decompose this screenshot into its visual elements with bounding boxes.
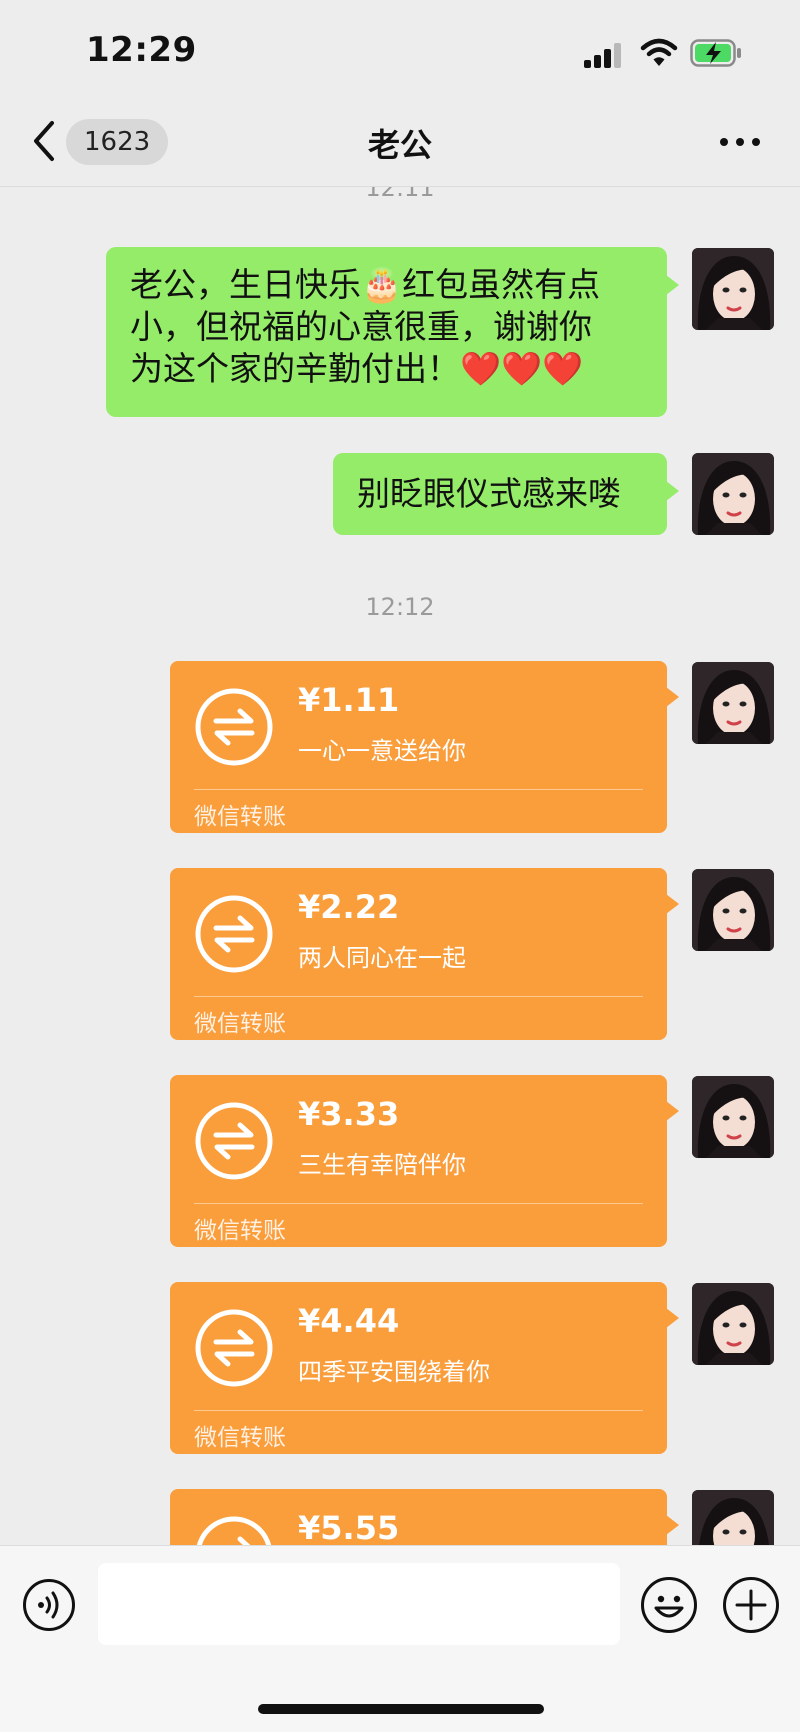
transfer-arrows-icon — [194, 1308, 274, 1388]
transfer-footer: 微信转账 — [194, 804, 286, 830]
cellular-signal-icon — [584, 42, 626, 68]
transfer-card[interactable]: ¥3.33 三生有幸陪伴你 微信转账 — [170, 1075, 679, 1247]
transfer-amount: ¥4.44 — [298, 1302, 400, 1340]
transfer-footer: 微信转账 — [194, 1425, 286, 1451]
transfer-card[interactable]: ¥5.55 — [170, 1489, 679, 1545]
transfer-note: 两人同心在一起 — [298, 944, 466, 972]
transfer-card[interactable]: ¥1.11 一心一意送给你 微信转账 — [170, 661, 679, 833]
divider — [194, 1203, 643, 1204]
message-text-line: 老公，生日快乐🎂红包虽然有点 — [130, 265, 601, 304]
message-text-line: 小，但祝福的心意很重，谢谢你 — [130, 307, 592, 346]
transfer-arrows-icon — [194, 894, 274, 974]
transfer-amount: ¥3.33 — [298, 1095, 400, 1133]
transfer-card[interactable]: ¥2.22 两人同心在一起 微信转账 — [170, 868, 679, 1040]
chat-title: 老公 — [367, 126, 432, 164]
transfer-amount: ¥2.22 — [298, 888, 400, 926]
transfer-amount: ¥1.11 — [298, 681, 400, 719]
emoji-icon[interactable] — [640, 1576, 698, 1634]
timestamp: 12:11 — [365, 187, 435, 202]
text-message-bubble[interactable]: 别眨眼仪式感来喽 — [333, 453, 679, 535]
avatar[interactable] — [692, 248, 774, 330]
transfer-arrows-icon — [194, 1515, 274, 1545]
transfer-footer: 微信转账 — [194, 1218, 286, 1244]
message-text-line: 为这个家的辛勤付出！❤️❤️❤️ — [130, 349, 584, 388]
avatar[interactable] — [692, 662, 774, 744]
status-time: 12:29 — [86, 30, 197, 70]
text-message-bubble[interactable]: 老公，生日快乐🎂红包虽然有点 小，但祝福的心意很重，谢谢你 为这个家的辛勤付出！… — [106, 247, 679, 417]
battery-charging-icon — [690, 39, 741, 67]
transfer-note: 四季平安围绕着你 — [298, 1358, 490, 1386]
transfer-card[interactable]: ¥4.44 四季平安围绕着你 微信转账 — [170, 1282, 679, 1454]
divider — [194, 789, 643, 790]
voice-icon[interactable] — [22, 1578, 76, 1632]
avatar[interactable] — [692, 453, 774, 535]
more-horizontal-icon[interactable] — [720, 138, 764, 148]
chat-message-list[interactable]: 12:11 老公，生日快乐🎂红包虽然有点 小，但祝福的心意很重，谢谢你 为这个家… — [0, 187, 800, 1545]
avatar[interactable] — [692, 1490, 774, 1545]
avatar[interactable] — [692, 1283, 774, 1365]
home-indicator — [258, 1704, 544, 1714]
transfer-arrows-icon — [194, 1101, 274, 1181]
transfer-note: 三生有幸陪伴你 — [298, 1151, 466, 1179]
avatar[interactable] — [692, 1076, 774, 1158]
divider — [194, 1410, 643, 1411]
status-bar: 12:29 — [0, 0, 800, 100]
transfer-arrows-icon — [194, 687, 274, 767]
divider — [194, 996, 643, 997]
timestamp: 12:12 — [365, 593, 435, 621]
message-input[interactable] — [98, 1563, 620, 1645]
navigation-bar: 1623 老公 — [0, 100, 800, 187]
transfer-note: 一心一意送给你 — [298, 737, 466, 765]
plus-circle-icon[interactable] — [722, 1576, 780, 1634]
message-text: 别眨眼仪式感来喽 — [357, 474, 621, 513]
avatar[interactable] — [692, 869, 774, 951]
wifi-icon — [640, 38, 678, 66]
transfer-amount: ¥5.55 — [298, 1509, 400, 1545]
transfer-footer: 微信转账 — [194, 1011, 286, 1037]
